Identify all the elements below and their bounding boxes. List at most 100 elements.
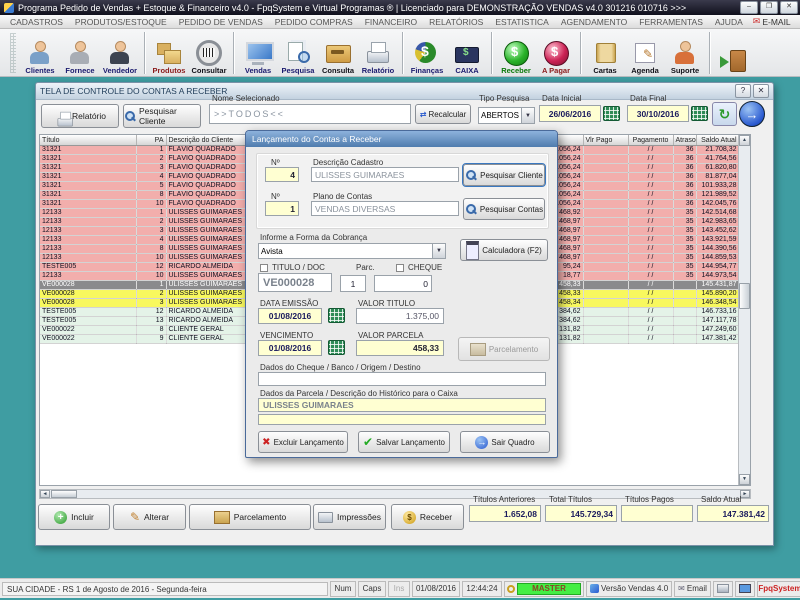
menu-item[interactable]: PEDIDO DE VENDAS (173, 17, 269, 27)
dialog-titlebar[interactable]: Lançamento do Contas a Receber (246, 131, 557, 147)
sair-quadro-label: Sair Quadro (491, 438, 534, 447)
toolbar-button-consulta[interactable]: Consulta (318, 30, 358, 76)
window-close-button[interactable]: ✕ (753, 84, 769, 98)
calendar-icon[interactable] (328, 308, 345, 323)
column-header[interactable]: Pagamento (628, 135, 673, 146)
menu-item[interactable]: CADASTROS (4, 17, 69, 27)
column-header[interactable]: Vlr Pago (583, 135, 628, 146)
column-header[interactable]: Saldo Atual (696, 135, 739, 146)
alterar-button[interactable]: ✎ Alterar (113, 504, 186, 530)
status-monitor-panel[interactable] (735, 581, 755, 597)
menu-item[interactable]: FINANCEIRO (359, 17, 423, 27)
toolbar-button-financas[interactable]: Finanças (407, 30, 447, 76)
sair-quadro-button[interactable]: → Sair Quadro (460, 431, 550, 453)
pesquisar-contas-button[interactable]: Pesquisar Contas (463, 198, 545, 220)
menu-item[interactable]: PEDIDO COMPRAS (269, 17, 359, 27)
relatorio-button[interactable]: Relatório (41, 104, 119, 128)
magnifier-icon (465, 203, 477, 215)
menu-item[interactable]: RELATÓRIOS (423, 17, 489, 27)
numero-cadastro-field[interactable]: 4 (265, 167, 299, 182)
vencimento-field[interactable]: 01/08/2016 (258, 340, 322, 356)
menu-item[interactable]: AGENDAMENTO (555, 17, 633, 27)
parc-field[interactable]: 1 (340, 275, 366, 292)
column-header[interactable]: Atraso (673, 135, 696, 146)
plano-contas-field[interactable]: VENDAS DIVERSAS (311, 201, 459, 216)
dialog-pesquisar-cliente-button[interactable]: Pesquisar Cliente (463, 164, 545, 186)
vertical-scrollbar[interactable]: ▲ ▼ (738, 135, 750, 485)
pesquisar-cliente-button[interactable]: Pesquisar Cliente (123, 104, 201, 128)
tipo-pesquisa-select[interactable]: ABERTOS ▼ (478, 107, 535, 124)
toolbar-button-receber[interactable]: Receber (496, 30, 536, 76)
table-cell: 36 (673, 173, 696, 182)
toolbar-button-vendedor[interactable]: Vendedor (100, 30, 140, 76)
menu-item[interactable]: AJUDA (709, 17, 749, 27)
valor-titulo-field[interactable]: 1.375,00 (356, 308, 444, 324)
dados-parcela-input-2[interactable] (258, 414, 546, 425)
nome-selecionado-input[interactable]: >>TODOS<< (209, 104, 411, 124)
impressoes-button[interactable]: Impressões (313, 504, 386, 530)
dados-cheque-input[interactable] (258, 372, 546, 386)
scroll-thumb[interactable] (739, 283, 750, 309)
menu-item[interactable]: FERRAMENTAS (633, 17, 709, 27)
forma-cobranca-select[interactable]: Avista ▼ (258, 243, 446, 259)
parcelamento-button[interactable]: Parcelamento (189, 504, 311, 530)
toolbar-button-vendas[interactable]: Vendas (238, 30, 278, 76)
help-button[interactable]: ? (735, 84, 751, 98)
valor-parcela-field[interactable]: 458,33 (356, 340, 444, 356)
toolbar-button-clientes[interactable]: Clientes (20, 30, 60, 76)
menu-item[interactable]: PRODUTOS/ESTOQUE (69, 17, 173, 27)
calculadora-button[interactable]: Calculadora (F2) (460, 239, 548, 261)
toolbar-button-fornece[interactable]: Fornece (60, 30, 100, 76)
salvar-lancamento-button[interactable]: ✔ Salvar Lançamento (358, 431, 450, 453)
toolbar-button-agenda[interactable]: Agenda (625, 30, 665, 76)
close-button[interactable]: ✕ (780, 1, 798, 14)
status-printer-panel[interactable] (713, 581, 733, 597)
column-header[interactable]: PA (136, 135, 166, 146)
data-emissao-field[interactable]: 01/08/2016 (258, 308, 322, 324)
descricao-cadastro-field[interactable]: ULISSES GUIMARAES (311, 167, 459, 182)
menu-item-email[interactable]: ✉ E-MAIL (749, 17, 795, 27)
calendar-icon[interactable] (603, 106, 620, 121)
titulo-doc-checkbox[interactable] (260, 264, 268, 272)
data-final-input[interactable]: 30/10/2016 (627, 105, 689, 122)
table-cell: / / (628, 146, 673, 155)
recalcular-button[interactable]: ⇄ Recalcular (415, 104, 471, 124)
toolbar-button-caixa[interactable]: CAIXA (447, 30, 487, 76)
calendar-icon[interactable] (328, 340, 345, 355)
toolbar-button-a-pagar[interactable]: A Pagar (536, 30, 576, 76)
scroll-down-arrow[interactable]: ▼ (739, 474, 750, 485)
scroll-right-arrow[interactable]: ► (740, 490, 750, 498)
data-inicial-input[interactable]: 26/06/2016 (539, 105, 601, 122)
numero-plano-field[interactable]: 1 (265, 201, 299, 216)
toolbar-button-produtos[interactable]: Produtos (149, 30, 189, 76)
forward-button[interactable]: → (739, 101, 765, 127)
status-email-panel[interactable]: ✉ Email (674, 581, 711, 597)
scroll-thumb[interactable] (51, 490, 77, 498)
minimize-button[interactable]: – (740, 1, 758, 14)
column-header[interactable]: Título (40, 135, 136, 146)
receber-button[interactable]: $ Receber (391, 504, 464, 530)
table-cell: VE000022 (40, 326, 136, 335)
menu-item[interactable]: ESTATISTICA (489, 17, 555, 27)
pesquisar-cliente-label: Pesquisar Cliente (139, 106, 200, 126)
toolbar-button-consultar[interactable]: Consultar (189, 30, 229, 76)
scroll-left-arrow[interactable]: ◄ (40, 490, 50, 498)
toolbar-button-sair[interactable] (714, 30, 754, 76)
toolbar-button-pesquisa[interactable]: Pesquisa (278, 30, 318, 76)
toolbar-button-cartas[interactable]: Cartas (585, 30, 625, 76)
refresh-button[interactable]: ↻ (712, 102, 737, 126)
clients-icon (25, 39, 55, 67)
incluir-button[interactable]: + Incluir (38, 504, 110, 530)
cheque-field[interactable]: 0 (374, 275, 432, 292)
table-cell: 143.452,62 (696, 227, 739, 236)
titulo-doc-field[interactable]: VE000028 (258, 273, 332, 292)
dialog-parcelamento-button[interactable]: Parcelamento (458, 337, 550, 361)
toolbar-button-relatorio[interactable]: Relatório (358, 30, 398, 76)
calendar-icon[interactable] (691, 106, 708, 121)
scroll-up-arrow[interactable]: ▲ (739, 135, 750, 146)
dados-parcela-input[interactable]: ULISSES GUIMARAES (258, 398, 546, 412)
restore-button[interactable]: ❐ (760, 1, 778, 14)
cheque-checkbox[interactable] (396, 264, 404, 272)
toolbar-button-suporte[interactable]: Suporte (665, 30, 705, 76)
excluir-lancamento-button[interactable]: ✖ Excluir Lançamento (258, 431, 348, 453)
